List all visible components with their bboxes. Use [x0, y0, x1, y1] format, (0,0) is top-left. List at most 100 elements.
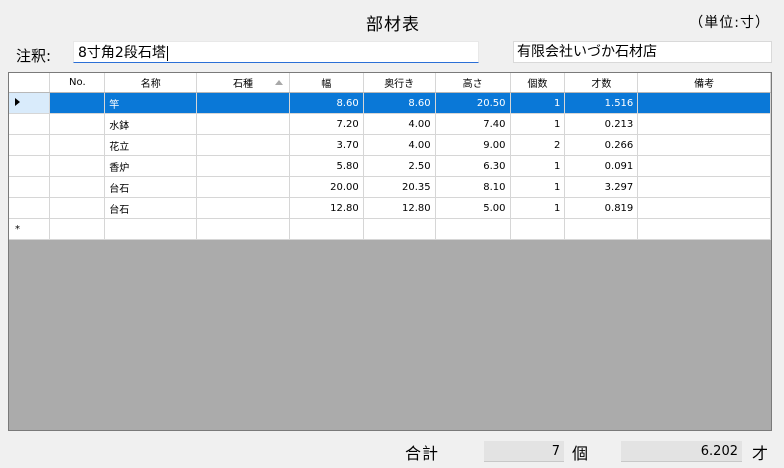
cell-sai[interactable]: 0.819 [564, 197, 639, 219]
page-title: 部材表 [366, 15, 420, 35]
note-input[interactable]: 8寸角2段石塔 [73, 41, 479, 63]
column-header-no[interactable]: No. [49, 73, 106, 93]
column-header-sai[interactable]: 才数 [564, 73, 639, 93]
cell-no[interactable] [49, 134, 106, 156]
row-header[interactable] [9, 92, 51, 114]
cell-height[interactable]: 7.40 [435, 113, 511, 135]
cell-stone[interactable] [196, 113, 290, 135]
table-row[interactable]: 竿 8.60 8.60 20.50 1 1.516 [9, 92, 771, 114]
cell-height[interactable]: 20.50 [435, 92, 511, 114]
cell-remark[interactable] [637, 134, 771, 156]
cell-no[interactable] [49, 113, 106, 135]
row-header[interactable] [9, 197, 51, 219]
parts-table: No. 名称 石種 幅 奥行き 高さ 個数 才数 備考 竿 8.60 8.60 … [9, 73, 771, 240]
cell-height[interactable]: 9.00 [435, 134, 511, 156]
cell-width[interactable]: 8.60 [289, 92, 364, 114]
table-row[interactable]: 台石 20.00 20.35 8.10 1 3.297 [9, 176, 771, 198]
column-header-width[interactable]: 幅 [289, 73, 364, 93]
cell-stone[interactable] [196, 92, 290, 114]
total-label: 合計 [405, 444, 440, 463]
table-row[interactable]: 香炉 5.80 2.50 6.30 1 0.091 [9, 155, 771, 177]
cell-name[interactable]: 竿 [104, 92, 198, 114]
cell-count[interactable]: 1 [510, 197, 566, 219]
cell-stone[interactable] [196, 197, 290, 219]
cell-height[interactable]: 8.10 [435, 176, 511, 198]
unit-label: （単位:寸） [689, 15, 770, 31]
cell-depth[interactable]: 20.35 [363, 176, 436, 198]
cell-depth[interactable]: 2.50 [363, 155, 436, 177]
table-row[interactable]: 花立 3.70 4.00 9.00 2 0.266 [9, 134, 771, 156]
cell-stone[interactable] [196, 218, 290, 240]
column-header-stone[interactable]: 石種 [196, 73, 290, 93]
cell-no[interactable] [49, 176, 106, 198]
cell-stone[interactable] [196, 176, 290, 198]
cell-sai[interactable]: 3.297 [564, 176, 639, 198]
cell-name[interactable]: 花立 [104, 134, 198, 156]
new-row[interactable]: * [9, 218, 771, 240]
cell-count[interactable]: 1 [510, 176, 566, 198]
cell-remark[interactable] [637, 92, 771, 114]
column-header-height[interactable]: 高さ [435, 73, 511, 93]
cell-count[interactable] [510, 218, 566, 240]
column-header-stone-label: 石種 [232, 79, 253, 90]
table-row[interactable]: 台石 12.80 12.80 5.00 1 0.819 [9, 197, 771, 219]
cell-height[interactable]: 6.30 [435, 155, 511, 177]
sort-ascending-icon [274, 80, 283, 85]
cell-no[interactable] [49, 197, 106, 219]
cell-no[interactable] [49, 218, 106, 240]
cell-height[interactable] [435, 218, 511, 240]
cell-width[interactable]: 3.70 [289, 134, 364, 156]
column-header-depth[interactable]: 奥行き [363, 73, 436, 93]
cell-no[interactable] [49, 155, 106, 177]
cell-width[interactable]: 5.80 [289, 155, 364, 177]
column-header-count[interactable]: 個数 [510, 73, 566, 93]
cell-sai[interactable]: 0.091 [564, 155, 639, 177]
cell-remark[interactable] [637, 113, 771, 135]
cell-depth[interactable]: 4.00 [363, 113, 436, 135]
cell-count[interactable]: 1 [510, 113, 566, 135]
cell-name[interactable] [104, 218, 198, 240]
cell-name[interactable]: 香炉 [104, 155, 198, 177]
cell-sai[interactable]: 0.266 [564, 134, 639, 156]
row-header[interactable] [9, 113, 51, 135]
cell-depth[interactable]: 8.60 [363, 92, 436, 114]
row-header[interactable] [9, 176, 51, 198]
table-row[interactable]: 水鉢 7.20 4.00 7.40 1 0.213 [9, 113, 771, 135]
cell-sai[interactable]: 1.516 [564, 92, 639, 114]
row-header[interactable] [9, 155, 51, 177]
column-header-remark[interactable]: 備考 [637, 73, 771, 93]
row-header-corner[interactable] [9, 73, 51, 93]
cell-remark[interactable] [637, 155, 771, 177]
parts-grid[interactable]: No. 名称 石種 幅 奥行き 高さ 個数 才数 備考 竿 8.60 8.60 … [8, 72, 772, 431]
cell-remark[interactable] [637, 218, 771, 240]
cell-remark[interactable] [637, 197, 771, 219]
cell-remark[interactable] [637, 176, 771, 198]
cell-count[interactable]: 1 [510, 92, 566, 114]
note-label: 注釈: [16, 47, 52, 65]
cell-depth[interactable]: 12.80 [363, 197, 436, 219]
cell-width[interactable]: 20.00 [289, 176, 364, 198]
cell-name[interactable]: 台石 [104, 197, 198, 219]
text-caret [166, 45, 168, 61]
cell-stone[interactable] [196, 134, 290, 156]
column-header-name[interactable]: 名称 [104, 73, 198, 93]
new-row-marker: * [9, 218, 51, 240]
cell-sai[interactable] [564, 218, 639, 240]
row-header[interactable] [9, 134, 51, 156]
cell-depth[interactable]: 4.00 [363, 134, 436, 156]
cell-count[interactable]: 2 [510, 134, 566, 156]
cell-depth[interactable] [363, 218, 436, 240]
cell-name[interactable]: 台石 [104, 176, 198, 198]
company-field[interactable]: 有限会社いづか石材店 [513, 41, 772, 63]
cell-sai[interactable]: 0.213 [564, 113, 639, 135]
cell-width[interactable]: 12.80 [289, 197, 364, 219]
cell-no[interactable] [49, 92, 106, 114]
table-header-row: No. 名称 石種 幅 奥行き 高さ 個数 才数 備考 [9, 73, 771, 93]
cell-width[interactable] [289, 218, 364, 240]
cell-height[interactable]: 5.00 [435, 197, 511, 219]
total-count-unit: 個 [572, 444, 589, 463]
cell-width[interactable]: 7.20 [289, 113, 364, 135]
cell-count[interactable]: 1 [510, 155, 566, 177]
cell-stone[interactable] [196, 155, 290, 177]
cell-name[interactable]: 水鉢 [104, 113, 198, 135]
